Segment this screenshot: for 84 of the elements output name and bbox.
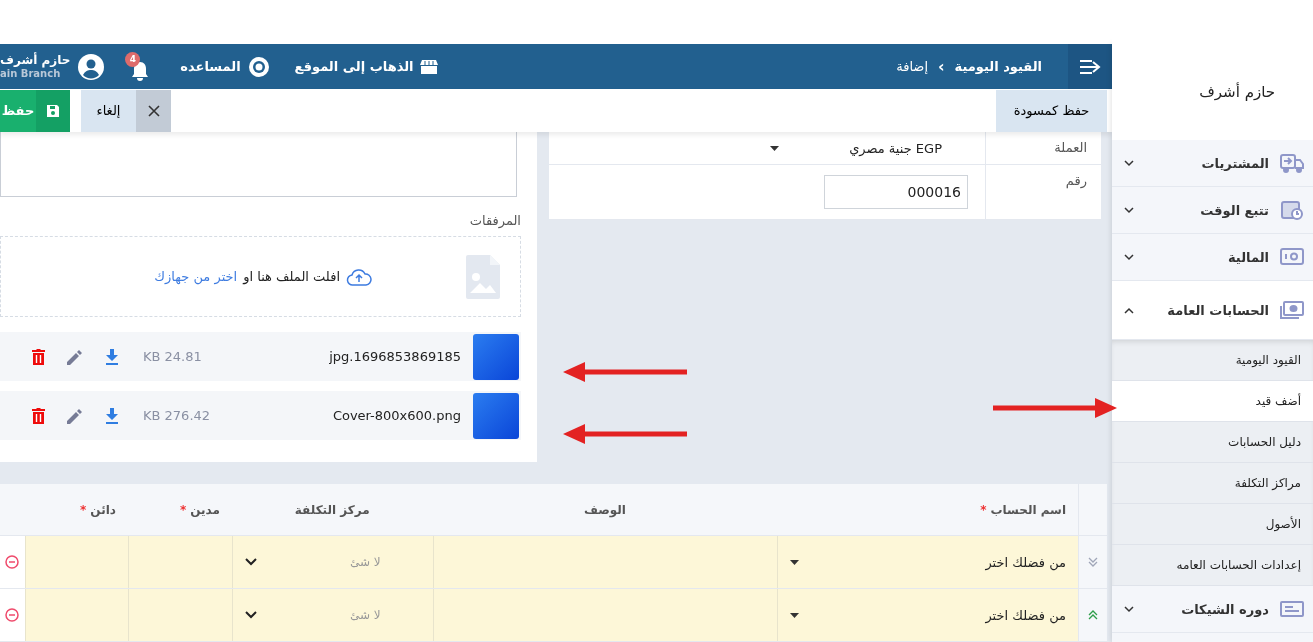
caret-icon	[770, 145, 780, 151]
image-file-icon	[466, 254, 500, 299]
user-name: حازم أشرف	[0, 53, 71, 68]
sidebar-item[interactable]: الحسابات العامة	[1112, 281, 1313, 340]
user-name: حازم أشرف	[1199, 83, 1275, 101]
attachments-label: المرفقات	[468, 213, 521, 228]
save-icon	[46, 103, 60, 118]
top-link[interactable]: الذهاب إلى الموقع	[294, 58, 438, 75]
credit-field[interactable]	[25, 589, 128, 641]
notes-field[interactable]	[0, 132, 517, 197]
sidebar-label: دوره الشيكات	[1180, 601, 1269, 617]
remove-icon[interactable]	[5, 608, 20, 622]
submenu-item[interactable]: أضف قيد	[1112, 381, 1313, 422]
caret-icon	[790, 559, 800, 565]
sidebar-item[interactable]: المشتريات	[1112, 140, 1313, 187]
menu-button[interactable]	[1068, 44, 1112, 89]
edit-icon[interactable]	[67, 407, 83, 424]
row-handle[interactable]	[1078, 589, 1107, 641]
image-thumbnail	[473, 392, 519, 439]
column-header: الوصف	[582, 501, 627, 520]
breadcrumb-link[interactable]: إضافة	[896, 59, 928, 74]
sidebar-label: تتبع الوقت	[1199, 202, 1269, 218]
chevron-icon	[1124, 253, 1134, 261]
column-header: دائن *	[79, 501, 117, 519]
chevron-icon	[244, 611, 257, 619]
branch-name: ain Branch	[0, 67, 61, 80]
lifebuoy-icon	[246, 54, 271, 79]
sidebar-item[interactable]: تتبع الوقت	[1112, 187, 1313, 234]
row-handle[interactable]	[1078, 536, 1107, 588]
chevron-icon	[1124, 306, 1134, 314]
image-thumbnail	[473, 333, 519, 380]
cancel-button[interactable]: إلغاء	[81, 89, 171, 132]
notification-badge: 4	[125, 51, 141, 67]
chevron-icon	[1124, 605, 1134, 613]
field-label: رقم	[985, 165, 1101, 219]
number-field[interactable]: 000016	[824, 175, 968, 209]
save-draft-button[interactable]: حفظ كمسودة	[996, 89, 1107, 132]
description-field[interactable]	[432, 536, 778, 588]
delete-icon[interactable]	[32, 348, 45, 365]
safe-icon	[1279, 246, 1305, 268]
account-select[interactable]: من فضلك اختر	[777, 536, 1078, 588]
double-chevron-down-icon	[1088, 557, 1098, 567]
double-chevron-up-icon	[1088, 610, 1098, 620]
banknote-icon	[1279, 299, 1305, 321]
caret-icon	[790, 612, 800, 618]
close-icon	[147, 104, 160, 117]
account-select[interactable]: من فضلك اختر	[777, 589, 1078, 641]
truck-icon	[1279, 152, 1305, 174]
calendar-icon	[1279, 199, 1305, 221]
menu-icon	[1079, 58, 1101, 75]
chevron-icon	[1124, 206, 1134, 214]
cloud-upload-icon	[346, 267, 372, 286]
choose-file-link[interactable]: اختر من جهازك	[154, 269, 238, 284]
currency-select[interactable]: EGP جنية مصري	[770, 140, 970, 156]
debit-field[interactable]	[127, 589, 232, 641]
file-size: KB 24.81	[143, 349, 202, 364]
file-name: Cover-800x600.png	[332, 408, 461, 423]
breadcrumb-link[interactable]: القيود اليومية	[954, 59, 1042, 74]
card-icon	[1279, 598, 1305, 620]
field-label: العملة	[985, 132, 1101, 164]
chevron-icon	[244, 558, 257, 566]
chevron-icon	[1124, 159, 1134, 167]
column-header: اسم الحساب *	[979, 501, 1067, 519]
download-icon[interactable]	[105, 348, 119, 365]
store-icon	[419, 58, 438, 75]
avatar-icon[interactable]	[78, 53, 105, 80]
top-link[interactable]: المساعده	[180, 54, 271, 79]
credit-field[interactable]	[25, 536, 128, 588]
file-name: jpg.1696853869185	[329, 349, 461, 364]
download-icon[interactable]	[105, 407, 119, 424]
drop-instruction: افلت الملف هنا او	[243, 269, 340, 284]
sidebar-label: المالية	[1227, 249, 1269, 265]
drop-zone[interactable]: افلت الملف هنا او اختر من جهازك	[0, 236, 521, 317]
debit-field[interactable]	[127, 536, 232, 588]
edit-icon[interactable]	[67, 348, 83, 365]
column-header: مركز التكلفة	[293, 501, 371, 519]
file-size: KB 276.42	[143, 408, 211, 423]
breadcrumb-separator: ›	[938, 57, 945, 76]
remove-icon[interactable]	[5, 555, 20, 569]
sidebar-label: المشتريات	[1200, 155, 1269, 171]
column-header: مدين *	[178, 501, 221, 519]
sidebar-label: الحسابات العامة	[1166, 302, 1269, 318]
description-field[interactable]	[432, 589, 778, 641]
delete-icon[interactable]	[32, 407, 45, 424]
